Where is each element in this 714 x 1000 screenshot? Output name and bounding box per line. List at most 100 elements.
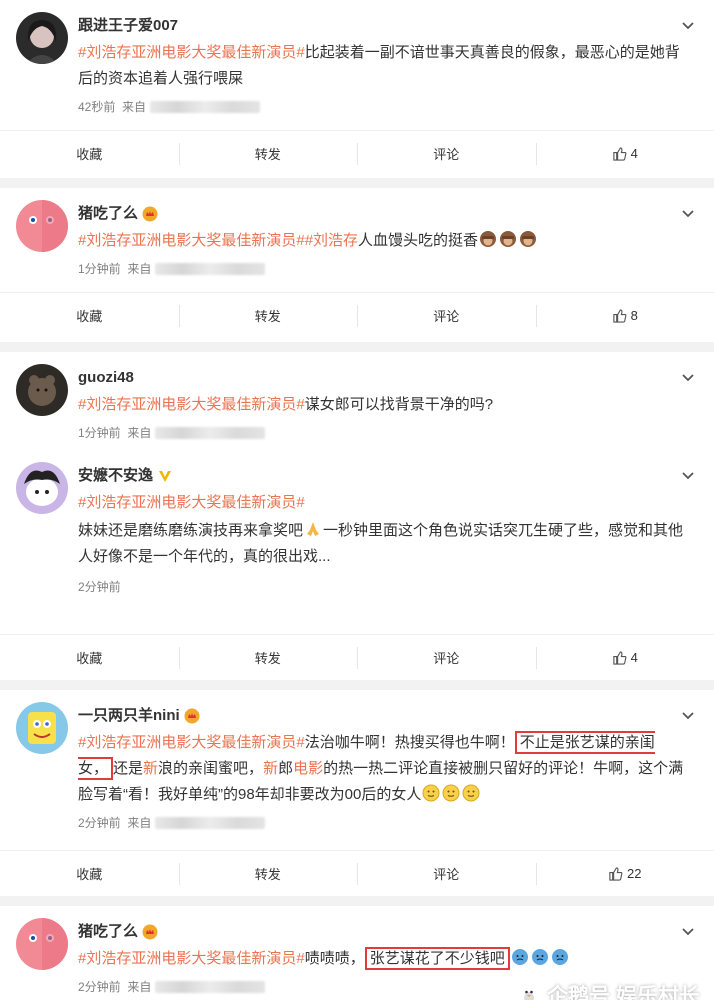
username[interactable]: 猪吃了么 — [78, 202, 696, 226]
timestamp: 1分钟前 — [78, 262, 121, 276]
user-avatar[interactable] — [16, 12, 68, 64]
sweat-face-emoji-icon — [531, 949, 548, 965]
chevron-down-icon[interactable] — [680, 924, 696, 940]
smile-emoji-icon — [442, 784, 460, 802]
chevron-down-icon[interactable] — [680, 708, 696, 724]
action-bar: 收藏 转发 评论 4 — [0, 130, 714, 176]
user-avatar[interactable] — [16, 200, 68, 252]
username[interactable]: 猪吃了么 — [78, 920, 696, 944]
like-button[interactable]: 4 — [535, 635, 714, 680]
watermark: 企鹅号 娱乐村长 — [517, 980, 700, 1000]
monkey-emoji-icon — [500, 231, 517, 247]
sweat-face-emoji-icon — [511, 949, 528, 965]
post-meta: 42秒前 来自 — [78, 96, 696, 118]
action-bar: 收藏 转发 评论 22 — [0, 850, 714, 896]
username[interactable]: 跟进王子爱007 — [78, 14, 696, 38]
post-card: 一只两只羊nini #刘浩存亚洲电影大奖最佳新演员#法治咖牛啊！热搜买得也牛啊！… — [0, 690, 714, 896]
source-label: 来自 — [127, 426, 152, 440]
collect-button[interactable]: 收藏 — [0, 293, 179, 338]
username[interactable]: guozi48 — [78, 366, 696, 390]
post-text: #刘浩存亚洲电影大奖最佳新演员#比起装着一副不谙世事天真善良的假象，最恶心的是她… — [78, 44, 680, 87]
hashtag-link[interactable]: #刘浩存亚洲电影大奖最佳新演员# — [78, 396, 305, 413]
post-text-continued: 妹妹还是磨练磨练演技再来拿奖吧 一秒钟里面这个角色说实话突兀生硬了些，感觉和其他人… — [78, 522, 684, 565]
comment-button[interactable]: 评论 — [357, 635, 536, 680]
highlight-box: 张艺谋花了不少钱吧 — [364, 947, 510, 970]
monkey-emoji-icon — [520, 231, 537, 247]
weibo-comment-feed: 跟进王子爱007 #刘浩存亚洲电影大奖最佳新演员#比起装着一副不谙世事天真善良的… — [0, 0, 714, 1000]
source-label: 来自 — [122, 100, 147, 114]
hashtag-link[interactable]: #刘浩存亚洲电影大奖最佳新演员# — [78, 494, 305, 511]
like-button[interactable]: 8 — [535, 293, 714, 338]
user-avatar[interactable] — [16, 364, 68, 416]
collect-button[interactable]: 收藏 — [0, 635, 179, 680]
crown-badge-icon — [184, 708, 200, 724]
post-card: 跟进王子爱007 #刘浩存亚洲电影大奖最佳新演员#比起装着一副不谙世事天真善良的… — [0, 0, 714, 178]
repost-button[interactable]: 转发 — [178, 293, 358, 338]
repost-button[interactable]: 转发 — [178, 131, 358, 176]
chevron-down-icon[interactable] — [680, 18, 696, 34]
hashtag-link[interactable]: #刘浩存亚洲电影大奖最佳新演员# — [78, 950, 305, 967]
hashtag-link[interactable]: #刘浩存亚洲电影大奖最佳新演员# — [78, 232, 305, 249]
source-label: 来自 — [127, 262, 152, 276]
username[interactable]: 安嬷不安逸 — [78, 464, 696, 488]
hashtag-link[interactable]: #刘浩存亚洲电影大奖最佳新演员# — [78, 44, 305, 61]
crown-badge-icon — [142, 924, 158, 940]
hashtag-link[interactable]: #刘浩存亚洲电影大奖最佳新演员# — [78, 734, 305, 751]
post-meta: 2分钟前 来自 — [78, 812, 696, 834]
blurred-source — [155, 981, 266, 993]
post-meta: 1分钟前 来自 — [78, 422, 696, 444]
timestamp: 2分钟前 — [78, 580, 121, 594]
collect-button[interactable]: 收藏 — [0, 131, 179, 176]
watermark-account: 娱乐村长 — [616, 985, 700, 1000]
action-bar: 收藏 转发 评论 8 — [0, 292, 714, 338]
post-text: #刘浩存亚洲电影大奖最佳新演员#法治咖牛啊！热搜买得也牛啊！ 不止是张艺谋的亲闺女… — [78, 730, 696, 808]
comment-button[interactable]: 评论 — [357, 851, 536, 896]
chevron-down-icon[interactable] — [680, 206, 696, 222]
sweat-face-emoji-icon — [551, 949, 568, 965]
post-card: guozi48 #刘浩存亚洲电影大奖最佳新演员#谋女郎可以找背景干净的吗? 1分… — [0, 352, 714, 680]
smile-emoji-icon — [422, 784, 440, 802]
action-bar: 收藏 转发 评论 4 — [0, 634, 714, 680]
timestamp: 2分钟前 — [78, 816, 121, 830]
post-card: 猪吃了么 #刘浩存亚洲电影大奖最佳新演员#啧啧啧， 张艺谋花了不少钱吧 2分钟前 … — [0, 906, 714, 1000]
comment-button[interactable]: 评论 — [357, 293, 536, 338]
user-avatar[interactable] — [16, 918, 68, 970]
penguin-logo-icon — [521, 986, 537, 1000]
thumbs-up-icon — [609, 867, 623, 881]
praying-hands-icon — [307, 522, 320, 536]
user-avatar[interactable] — [16, 462, 68, 514]
post-meta: 1分钟前 来自 — [78, 258, 696, 280]
thumbs-up-icon — [612, 309, 627, 323]
like-button[interactable]: 22 — [535, 851, 714, 896]
post-text: #刘浩存亚洲电影大奖最佳新演员##刘浩存人血馒头吃的挺香 — [78, 228, 696, 254]
post-text: #刘浩存亚洲电影大奖最佳新演员# — [78, 490, 696, 516]
timestamp: 42秒前 — [78, 100, 116, 114]
source-label: 来自 — [127, 816, 152, 830]
post-text: #刘浩存亚洲电影大奖最佳新演员#啧啧啧， 张艺谋花了不少钱吧 — [78, 946, 696, 972]
collect-button[interactable]: 收藏 — [0, 851, 179, 896]
monkey-emoji-icon — [480, 231, 497, 247]
chevron-down-icon[interactable] — [680, 370, 696, 386]
smile-emoji-icon — [462, 784, 480, 802]
verified-v-icon — [159, 471, 172, 482]
hashtag-link[interactable]: #刘浩存 — [305, 232, 358, 249]
watermark-brand: 企鹅号 — [547, 985, 610, 1000]
blurred-source — [155, 263, 266, 275]
blurred-source — [155, 817, 266, 829]
post-meta: 2分钟前 — [0, 576, 714, 598]
blurred-source — [155, 427, 266, 439]
comment-button[interactable]: 评论 — [357, 131, 536, 176]
username[interactable]: 一只两只羊nini — [78, 704, 696, 728]
timestamp: 1分钟前 — [78, 426, 121, 440]
blurred-source — [150, 101, 261, 113]
thumbs-up-icon — [612, 651, 627, 665]
repost-button[interactable]: 转发 — [178, 635, 358, 680]
post-text: #刘浩存亚洲电影大奖最佳新演员#谋女郎可以找背景干净的吗? — [78, 396, 494, 413]
repost-button[interactable]: 转发 — [178, 851, 358, 896]
source-label: 来自 — [127, 980, 152, 994]
post-card: 猪吃了么 #刘浩存亚洲电影大奖最佳新演员##刘浩存人血馒头吃的挺香 1分钟前 来… — [0, 188, 714, 342]
thumbs-up-icon — [612, 147, 627, 161]
like-button[interactable]: 4 — [535, 131, 714, 176]
user-avatar[interactable] — [16, 702, 68, 754]
chevron-down-icon[interactable] — [680, 468, 696, 484]
